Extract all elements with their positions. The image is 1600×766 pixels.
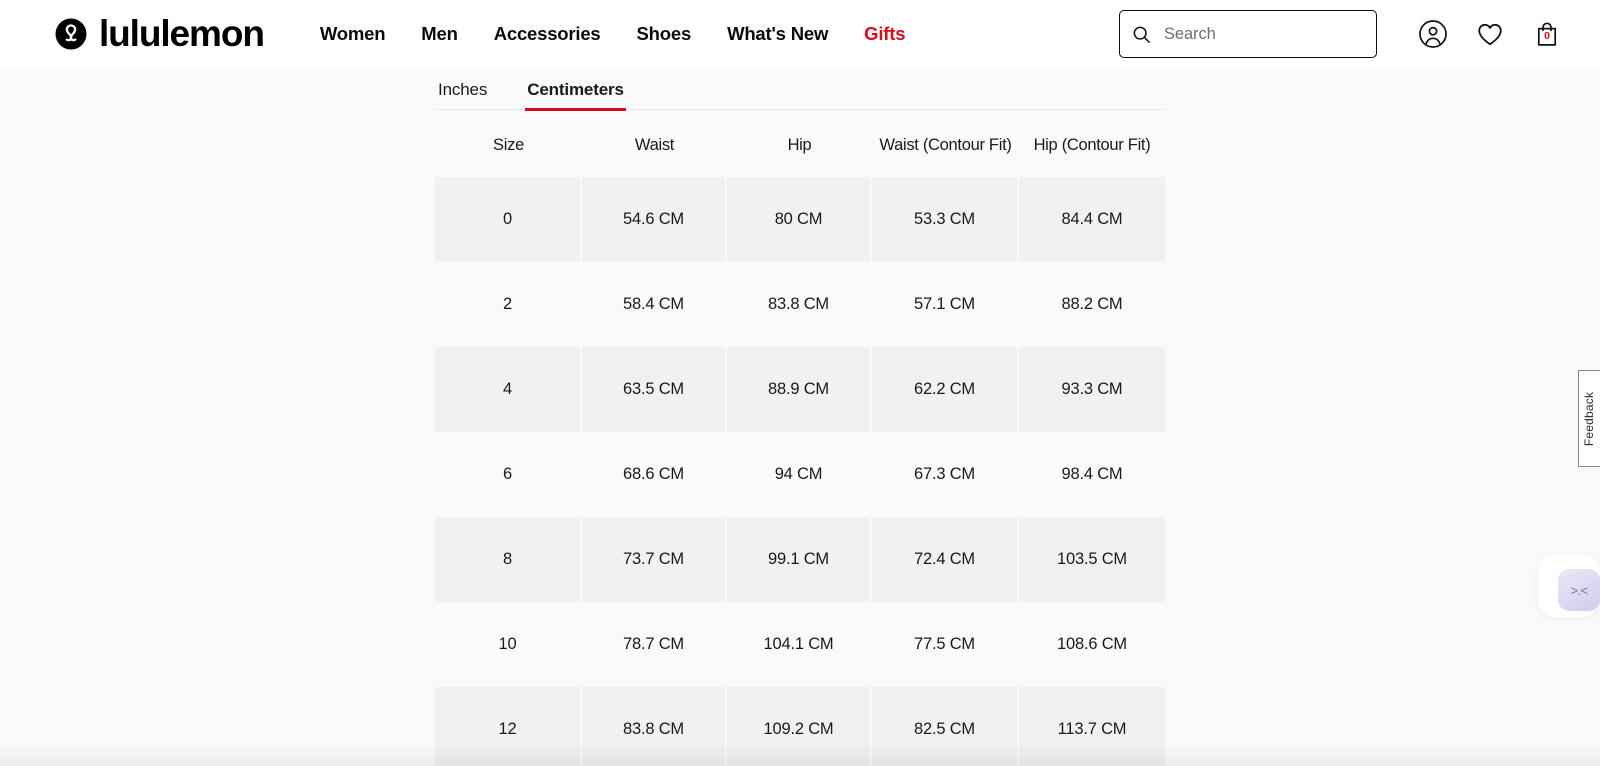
cell-waist: 78.7 CM [582, 602, 727, 687]
brand-logo-link[interactable]: lululemon [55, 12, 265, 54]
cell-hip: 80 CM [727, 177, 872, 262]
cell-waist-cf: 82.5 CM [872, 687, 1019, 766]
table-row: 4 63.5 CM 88.9 CM 62.2 CM 93.3 CM [435, 347, 1165, 432]
nav-item-women[interactable]: Women [320, 17, 386, 51]
nav-item-shoes[interactable]: Shoes [637, 17, 692, 51]
cell-size: 2 [435, 262, 582, 347]
chat-face-icon: >.< [1558, 569, 1600, 611]
cell-size: 10 [435, 602, 582, 687]
cell-waist: 54.6 CM [582, 177, 727, 262]
column-header-hip-contour-fit: Hip (Contour Fit) [1033, 136, 1151, 154]
cell-waist: 58.4 CM [582, 262, 727, 347]
heart-icon[interactable] [1475, 19, 1505, 49]
cell-waist-cf: 72.4 CM [872, 517, 1019, 602]
cell-waist-cf: 62.2 CM [872, 347, 1019, 432]
cell-hip-cf: 113.7 CM [1019, 687, 1165, 766]
cell-waist-cf: 77.5 CM [872, 602, 1019, 687]
lululemon-omega-logo-icon [55, 18, 87, 50]
cell-hip: 99.1 CM [727, 517, 872, 602]
feedback-tab-label: Feedback [1582, 391, 1597, 446]
shopping-bag-icon[interactable]: 0 [1532, 19, 1562, 49]
chat-assistant-widget[interactable]: >.< [1538, 555, 1600, 617]
table-row: 12 83.8 CM 109.2 CM 82.5 CM 113.7 CM [435, 687, 1165, 766]
table-row: 0 54.6 CM 80 CM 53.3 CM 84.4 CM [435, 177, 1165, 262]
nav-item-men[interactable]: Men [421, 17, 458, 51]
main-navigation: Women Men Accessories Shoes What's New G… [320, 17, 906, 51]
table-body: 0 54.6 CM 80 CM 53.3 CM 84.4 CM 2 58.4 C… [435, 177, 1165, 766]
cell-hip: 83.8 CM [727, 262, 872, 347]
cell-hip-cf: 84.4 CM [1019, 177, 1165, 262]
cell-hip: 94 CM [727, 432, 872, 517]
cell-waist-cf: 57.1 CM [872, 262, 1019, 347]
cell-hip-cf: 98.4 CM [1061, 465, 1123, 483]
table-row: 6 68.6 CM 94 CM 67.3 CM 98.4 CM [435, 432, 1165, 517]
cell-hip-cf: 103.5 CM [1019, 517, 1165, 602]
column-header-hip: Hip [787, 136, 812, 154]
search-input[interactable] [1164, 24, 1364, 44]
feedback-tab-button[interactable]: Feedback [1578, 370, 1600, 467]
header-utilities: 0 [1119, 10, 1600, 58]
cell-size: 12 [435, 687, 582, 766]
column-header-size: Size [493, 136, 524, 154]
cell-size: 4 [435, 347, 582, 432]
nav-item-gifts[interactable]: Gifts [864, 17, 905, 51]
cell-size: 8 [435, 517, 582, 602]
cell-hip-cf: 93.3 CM [1019, 347, 1165, 432]
nav-item-whats-new[interactable]: What's New [727, 17, 828, 51]
cell-hip-cf: 88.2 CM [1061, 295, 1123, 313]
nav-item-accessories[interactable]: Accessories [494, 17, 601, 51]
size-chart-table: Size Waist Hip Waist (Contour Fit) Hip (… [435, 110, 1165, 766]
brand-name: lululemon [99, 12, 265, 54]
cell-hip: 88.9 CM [727, 347, 872, 432]
cell-waist: 63.5 CM [582, 347, 727, 432]
cell-size: 0 [435, 177, 582, 262]
cell-waist-cf: 67.3 CM [872, 432, 1019, 517]
table-row: 10 78.7 CM 104.1 CM 77.5 CM 108.6 CM [435, 602, 1165, 687]
search-box[interactable] [1119, 10, 1377, 58]
table-header: Size Waist Hip Waist (Contour Fit) Hip (… [435, 110, 1165, 177]
cell-hip: 104.1 CM [727, 602, 872, 687]
unit-tab-bar: Inches Centimeters [435, 74, 1165, 111]
cell-size: 6 [435, 432, 582, 517]
site-header: lululemon Women Men Accessories Shoes Wh… [0, 0, 1600, 68]
cell-waist: 73.7 CM [582, 517, 727, 602]
search-icon [1132, 25, 1151, 44]
table-row: 2 58.4 CM 83.8 CM 57.1 CM 88.2 CM [435, 262, 1165, 347]
column-header-waist-contour-fit: Waist (Contour Fit) [879, 136, 1012, 154]
cell-hip-cf: 108.6 CM [1057, 635, 1127, 653]
tab-inches[interactable]: Inches [436, 74, 489, 109]
cell-waist: 68.6 CM [582, 432, 727, 517]
table-row: 8 73.7 CM 99.1 CM 72.4 CM 103.5 CM [435, 517, 1165, 602]
cell-waist: 83.8 CM [582, 687, 727, 766]
size-chart-panel: Inches Centimeters Size Waist Hip Waist … [435, 68, 1165, 766]
page-body: Inches Centimeters Size Waist Hip Waist … [0, 68, 1600, 766]
column-header-waist: Waist [634, 136, 675, 154]
table-header-row: Size Waist Hip Waist (Contour Fit) Hip (… [435, 110, 1165, 177]
account-circle-icon[interactable] [1418, 19, 1448, 49]
cell-waist-cf: 53.3 CM [872, 177, 1019, 262]
tab-centimeters[interactable]: Centimeters [525, 74, 626, 111]
cell-hip: 109.2 CM [727, 687, 872, 766]
